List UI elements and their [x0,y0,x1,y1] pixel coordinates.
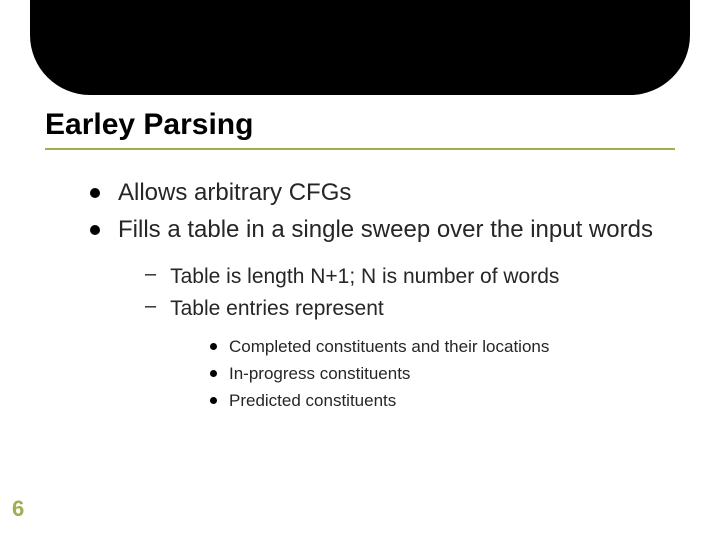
sub-sub-bullet-item: Predicted constituents [210,390,680,413]
bullet-text: Allows arbitrary CFGs [118,178,351,209]
sub-sub-bullet-item: Completed constituents and their locatio… [210,336,680,359]
slide-title: Earley Parsing [45,108,675,142]
bullet-item: Fills a table in a single sweep over the… [90,215,680,246]
sub-bullet-text: Table is length N+1; N is number of word… [170,263,559,290]
sub-sub-bullet-list: Completed constituents and their locatio… [210,336,680,413]
bullet-item: Allows arbitrary CFGs [90,178,680,209]
bullet-disc-icon [210,343,217,350]
header-bar [30,0,690,95]
sub-sub-bullet-text: In-progress constituents [229,363,410,386]
slide-content: Allows arbitrary CFGs Fills a table in a… [90,178,680,417]
sub-bullet-item: – Table is length N+1; N is number of wo… [145,263,680,290]
page-number: 6 [12,496,24,522]
bullet-disc-icon [210,397,217,404]
bullet-disc-icon [90,225,100,235]
bullet-disc-icon [90,188,100,198]
sub-sub-bullet-text: Completed constituents and their locatio… [229,336,549,359]
bullet-text: Fills a table in a single sweep over the… [118,215,653,246]
sub-bullet-list: – Table is length N+1; N is number of wo… [145,263,680,322]
dash-icon: – [145,295,156,318]
title-underline [45,148,675,150]
sub-sub-bullet-text: Predicted constituents [229,390,396,413]
sub-bullet-item: – Table entries represent [145,295,680,322]
dash-icon: – [145,263,156,286]
sub-bullet-text: Table entries represent [170,295,384,322]
sub-sub-bullet-item: In-progress constituents [210,363,680,386]
bullet-disc-icon [210,370,217,377]
title-row: Earley Parsing [45,108,675,150]
